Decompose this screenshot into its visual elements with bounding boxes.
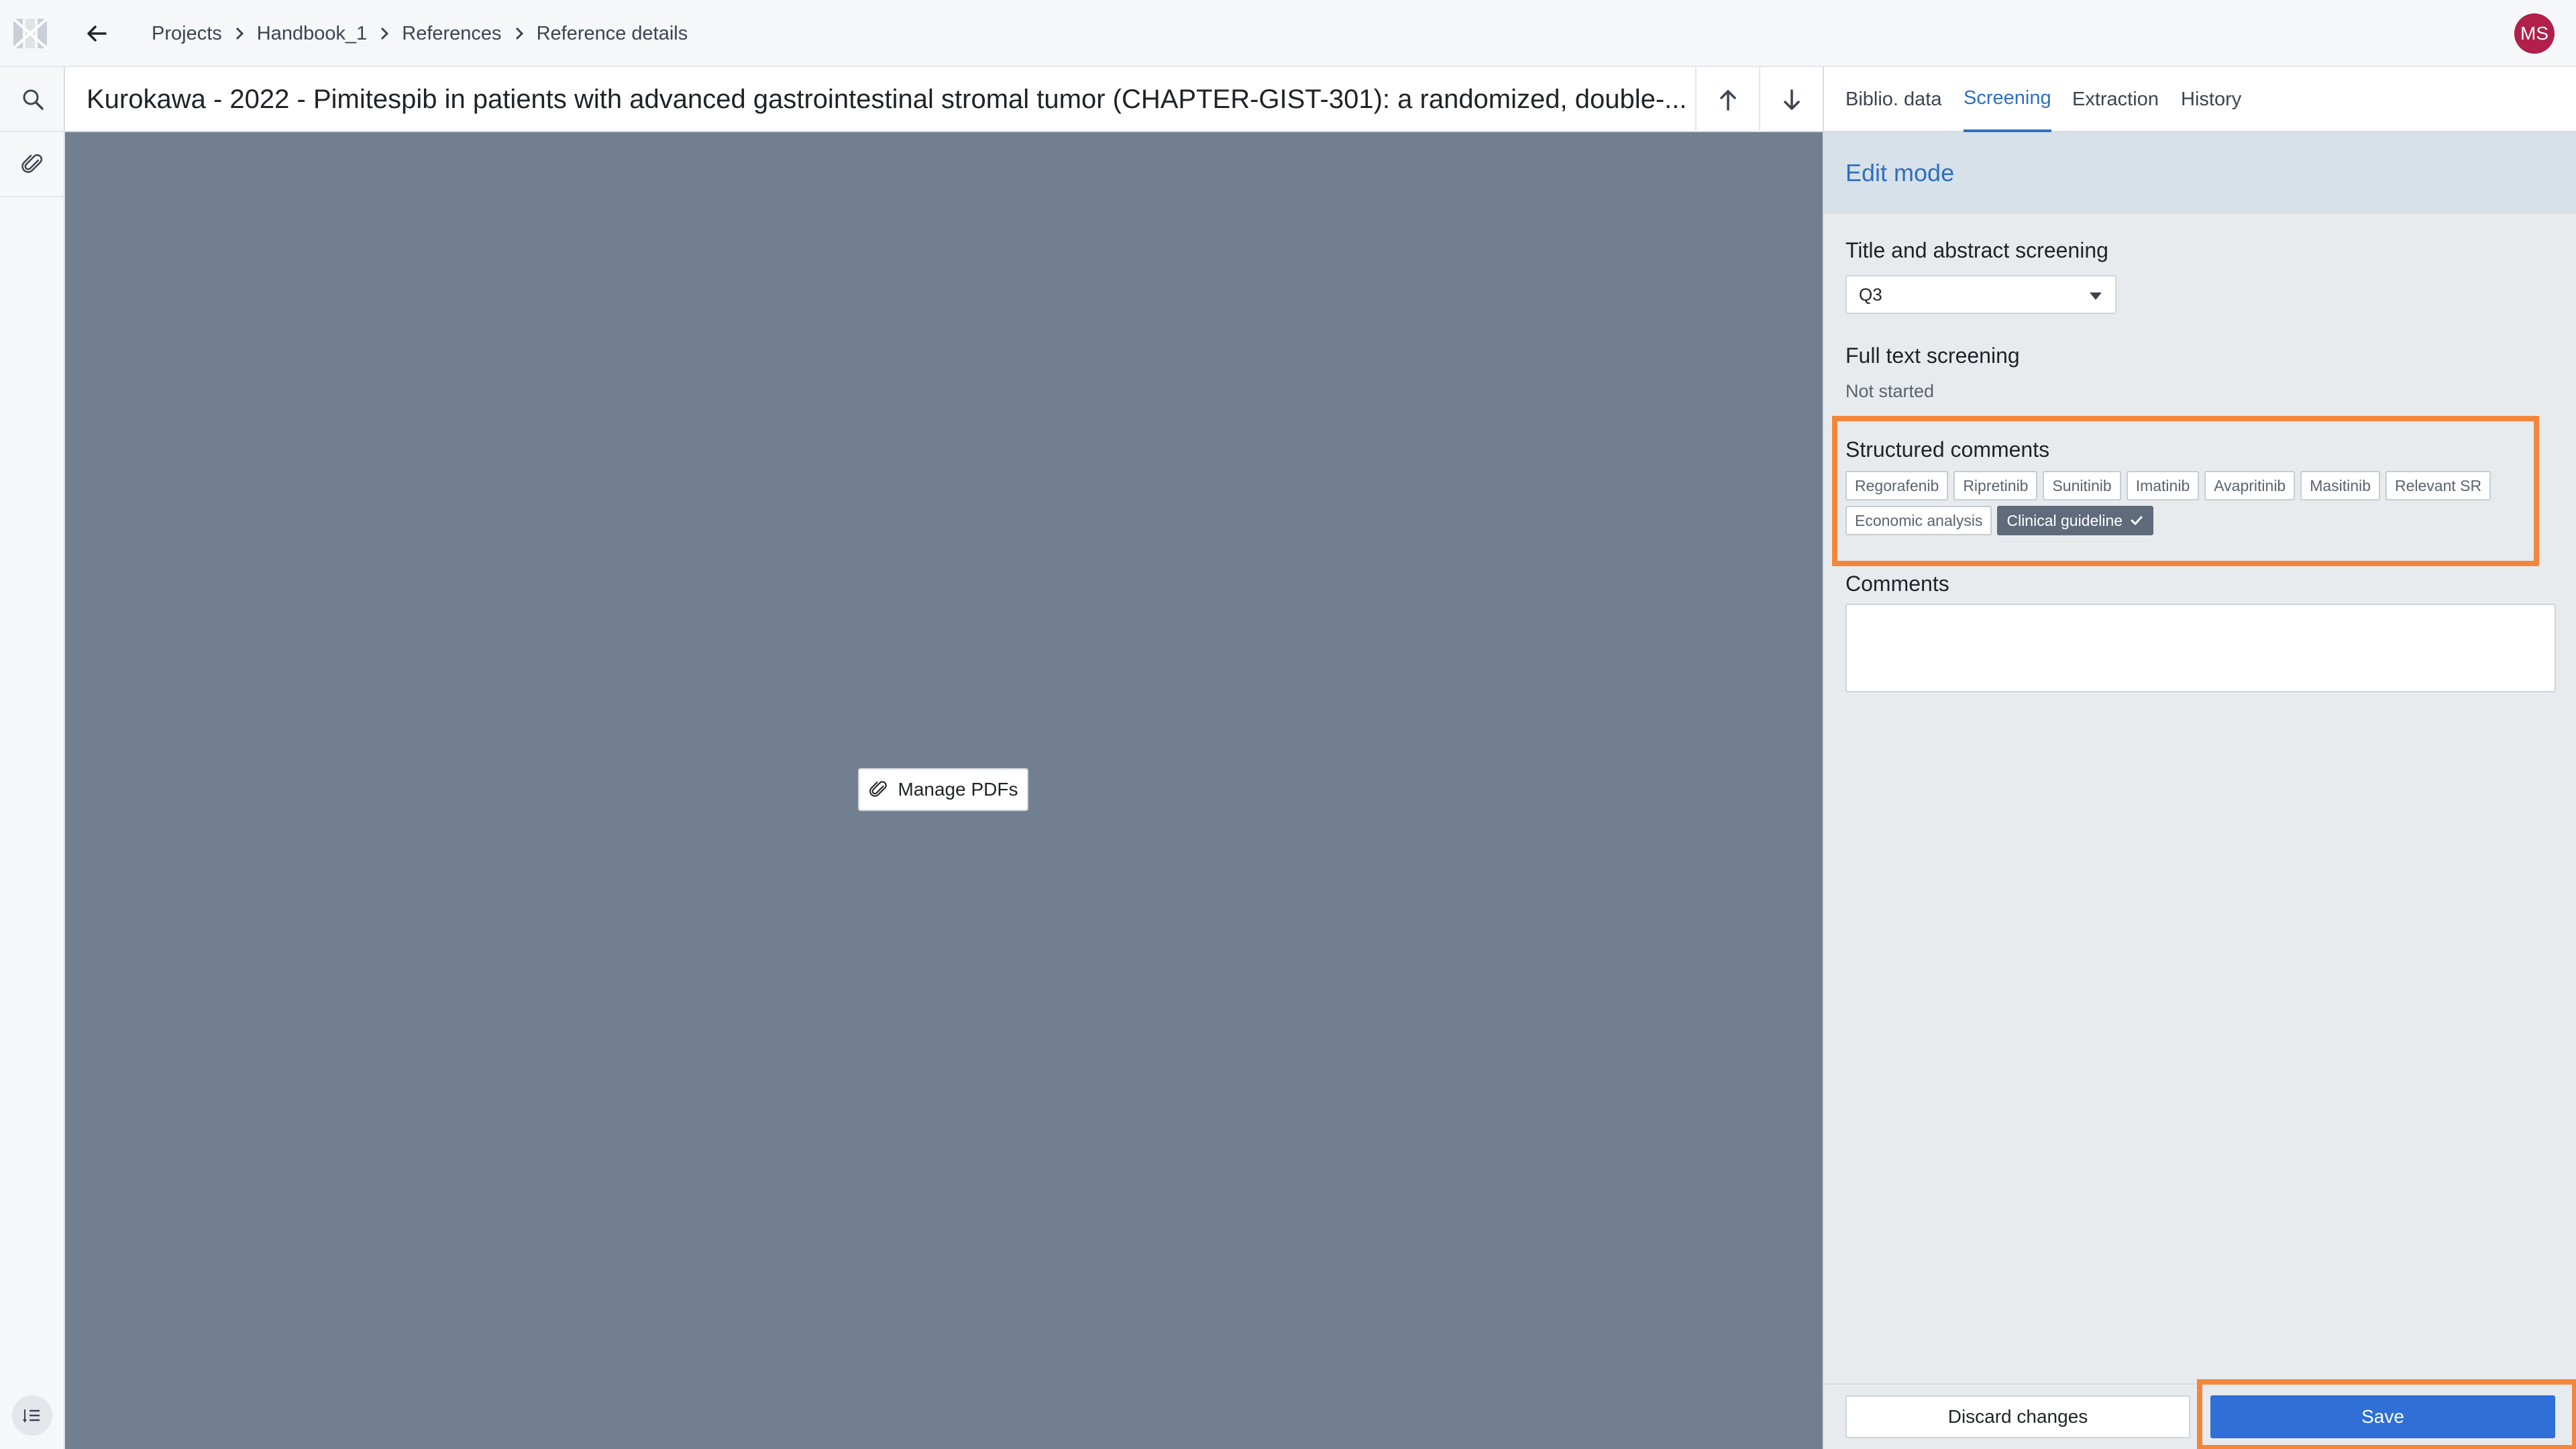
chip-economic-analysis[interactable]: Economic analysis (1845, 506, 1992, 535)
chip-clinical-guideline-label: Clinical guideline (2006, 511, 2123, 529)
avatar[interactable]: MS (2514, 13, 2555, 54)
discard-changes-button[interactable]: Discard changes (1845, 1395, 2190, 1438)
title-abstract-select[interactable]: Q3 (1845, 275, 2116, 314)
checkmark-icon (2131, 516, 2143, 525)
chip-avapritinib[interactable]: Avapritinib (2204, 471, 2296, 500)
title-abstract-value: Q3 (1859, 284, 1882, 305)
paperclip-icon (869, 781, 887, 797)
tab-screening[interactable]: Screening (1964, 67, 2051, 132)
chip-ripretinib[interactable]: Ripretinib (1953, 471, 2038, 500)
search-icon[interactable] (0, 67, 65, 132)
chip-regorafenib[interactable]: Regorafenib (1845, 471, 1949, 500)
arrow-up-icon[interactable] (1695, 67, 1759, 132)
top-bar: Projects Handbook_1 References Reference… (0, 0, 2576, 67)
arrow-down-icon[interactable] (1759, 67, 1823, 132)
chip-imatinib[interactable]: Imatinib (2126, 471, 2200, 500)
breadcrumb-references[interactable]: References (402, 23, 501, 45)
attachment-icon[interactable] (0, 132, 65, 197)
chip-clinical-guideline[interactable]: Clinical guideline (1997, 506, 2154, 535)
breadcrumb-project[interactable]: Handbook_1 (257, 23, 367, 45)
manage-pdfs-button[interactable]: Manage PDFs (858, 768, 1028, 811)
pdf-viewer: Manage PDFs (65, 132, 1823, 1449)
breadcrumb-projects[interactable]: Projects (152, 23, 222, 45)
comments-label: Comments (1845, 572, 1949, 596)
chip-relevant-sr[interactable]: Relevant SR (2385, 471, 2491, 500)
reference-title-bar: Kurokawa - 2022 - Pimitespib in patients… (65, 67, 1823, 132)
comments-textarea[interactable] (1845, 604, 2556, 692)
back-arrow-icon[interactable] (80, 17, 113, 50)
structured-comments-chips: Regorafenib Ripretinib Sunitinib Imatini… (1845, 471, 2516, 541)
chip-masitinib[interactable]: Masitinib (2300, 471, 2380, 500)
screening-panel: Biblio. data Screening Extraction Histor… (1823, 67, 2576, 1449)
caret-down-icon (2090, 292, 2102, 300)
reference-title: Kurokawa - 2022 - Pimitespib in patients… (87, 85, 1687, 114)
tab-history[interactable]: History (2181, 67, 2241, 132)
left-rail (0, 67, 65, 1449)
breadcrumb: Projects Handbook_1 References Reference… (152, 0, 688, 67)
structured-comments-label: Structured comments (1845, 437, 2050, 462)
app-logo-icon[interactable] (11, 13, 51, 54)
tab-bar: Biblio. data Screening Extraction Histor… (1824, 67, 2576, 132)
edit-mode-header: Edit mode (1824, 132, 2576, 214)
breadcrumb-current: Reference details (536, 22, 688, 44)
toc-list-icon[interactable] (12, 1395, 52, 1436)
chip-sunitinib[interactable]: Sunitinib (2043, 471, 2121, 500)
tab-extraction[interactable]: Extraction (2072, 67, 2159, 132)
chevron-right-icon (222, 25, 257, 42)
full-text-status: Not started (1845, 381, 1935, 401)
chevron-right-icon (502, 25, 537, 42)
title-abstract-label: Title and abstract screening (1845, 238, 2108, 262)
full-text-label: Full text screening (1845, 343, 2020, 368)
manage-pdfs-label: Manage PDFs (898, 779, 1018, 800)
panel-footer: Discard changes Save (1824, 1379, 2576, 1449)
chevron-right-icon (367, 25, 402, 42)
tab-biblio-data[interactable]: Biblio. data (1845, 67, 1942, 132)
save-button[interactable]: Save (2210, 1395, 2555, 1438)
